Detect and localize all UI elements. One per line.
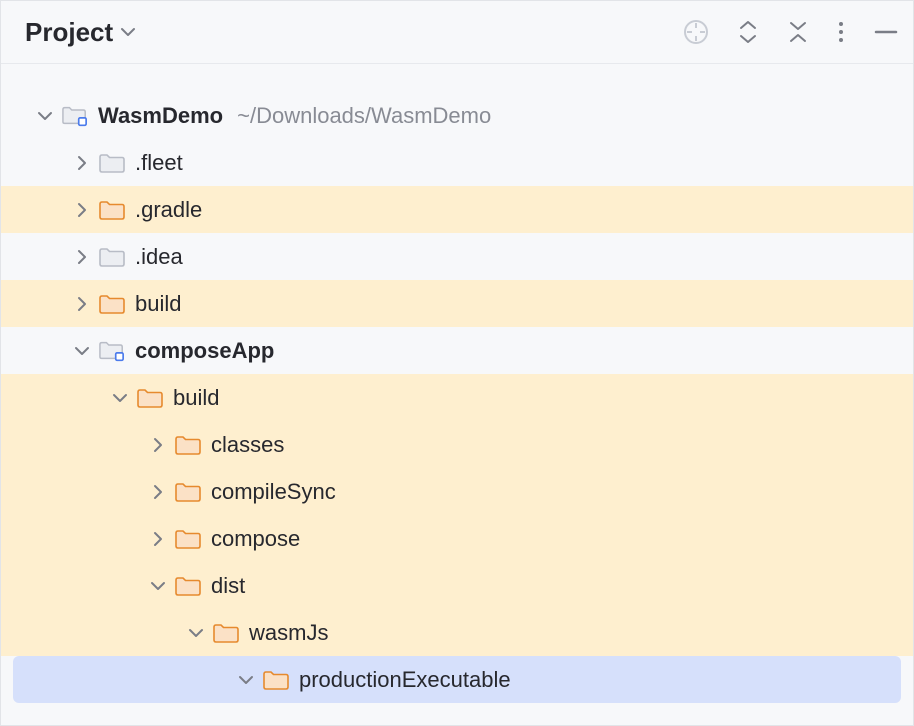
more-options-icon[interactable] [837, 19, 845, 45]
header-actions [683, 19, 899, 45]
node-label: compileSync [211, 479, 336, 505]
folder-icon [99, 152, 125, 174]
folder-icon [263, 669, 289, 691]
tree-node-gradle[interactable]: .gradle [1, 186, 913, 233]
node-label: .fleet [135, 150, 183, 176]
tree-node-composeapp[interactable]: composeApp [1, 327, 913, 374]
chevron-down-icon[interactable] [235, 669, 257, 691]
tree-node-dist[interactable]: dist [1, 562, 913, 609]
tree-node-compose[interactable]: compose [1, 515, 913, 562]
folder-icon [99, 293, 125, 315]
folder-icon [99, 246, 125, 268]
module-folder-icon [99, 340, 125, 362]
chevron-down-icon[interactable] [185, 622, 207, 644]
folder-icon [137, 387, 163, 409]
folder-icon [175, 528, 201, 550]
hide-panel-icon[interactable] [873, 19, 899, 45]
tree-node-fleet[interactable]: .fleet [1, 139, 913, 186]
chevron-down-icon[interactable] [34, 105, 56, 127]
collapse-all-icon[interactable] [787, 19, 809, 45]
project-tree: WasmDemo ~/Downloads/WasmDemo .fleet .gr… [1, 64, 913, 709]
tree-node-classes[interactable]: classes [1, 421, 913, 468]
node-label: WasmDemo [98, 103, 223, 129]
chevron-right-icon[interactable] [147, 528, 169, 550]
tree-node-productionexecutable[interactable]: productionExecutable [13, 656, 901, 703]
folder-icon [213, 622, 239, 644]
chevron-down-icon[interactable] [71, 340, 93, 362]
folder-icon [99, 199, 125, 221]
tree-node-idea[interactable]: .idea [1, 233, 913, 280]
node-label: wasmJs [249, 620, 328, 646]
node-label: dist [211, 573, 245, 599]
view-selector-dropdown[interactable] [119, 23, 137, 41]
project-tool-window-header: Project [1, 1, 913, 64]
tree-node-compilesync[interactable]: compileSync [1, 468, 913, 515]
chevron-right-icon[interactable] [147, 481, 169, 503]
folder-icon [175, 434, 201, 456]
chevron-right-icon[interactable] [71, 293, 93, 315]
chevron-right-icon[interactable] [71, 199, 93, 221]
folder-icon [175, 575, 201, 597]
node-label: build [135, 291, 181, 317]
expand-all-icon[interactable] [737, 19, 759, 45]
node-label: .gradle [135, 197, 202, 223]
chevron-down-icon[interactable] [147, 575, 169, 597]
chevron-right-icon[interactable] [147, 434, 169, 456]
node-label: build [173, 385, 219, 411]
tree-node-root[interactable]: WasmDemo ~/Downloads/WasmDemo [1, 92, 913, 139]
panel-title: Project [25, 17, 113, 48]
node-label: composeApp [135, 338, 274, 364]
module-folder-icon [62, 105, 88, 127]
tree-node-composeapp-build[interactable]: build [1, 374, 913, 421]
node-label: compose [211, 526, 300, 552]
select-opened-file-icon[interactable] [683, 19, 709, 45]
chevron-down-icon[interactable] [109, 387, 131, 409]
chevron-right-icon[interactable] [71, 152, 93, 174]
node-label: classes [211, 432, 284, 458]
node-label: productionExecutable [299, 667, 511, 693]
node-path: ~/Downloads/WasmDemo [237, 103, 491, 129]
tree-node-build-top[interactable]: build [1, 280, 913, 327]
chevron-right-icon[interactable] [71, 246, 93, 268]
node-label: .idea [135, 244, 183, 270]
tree-node-wasmjs[interactable]: wasmJs [1, 609, 913, 656]
folder-icon [175, 481, 201, 503]
